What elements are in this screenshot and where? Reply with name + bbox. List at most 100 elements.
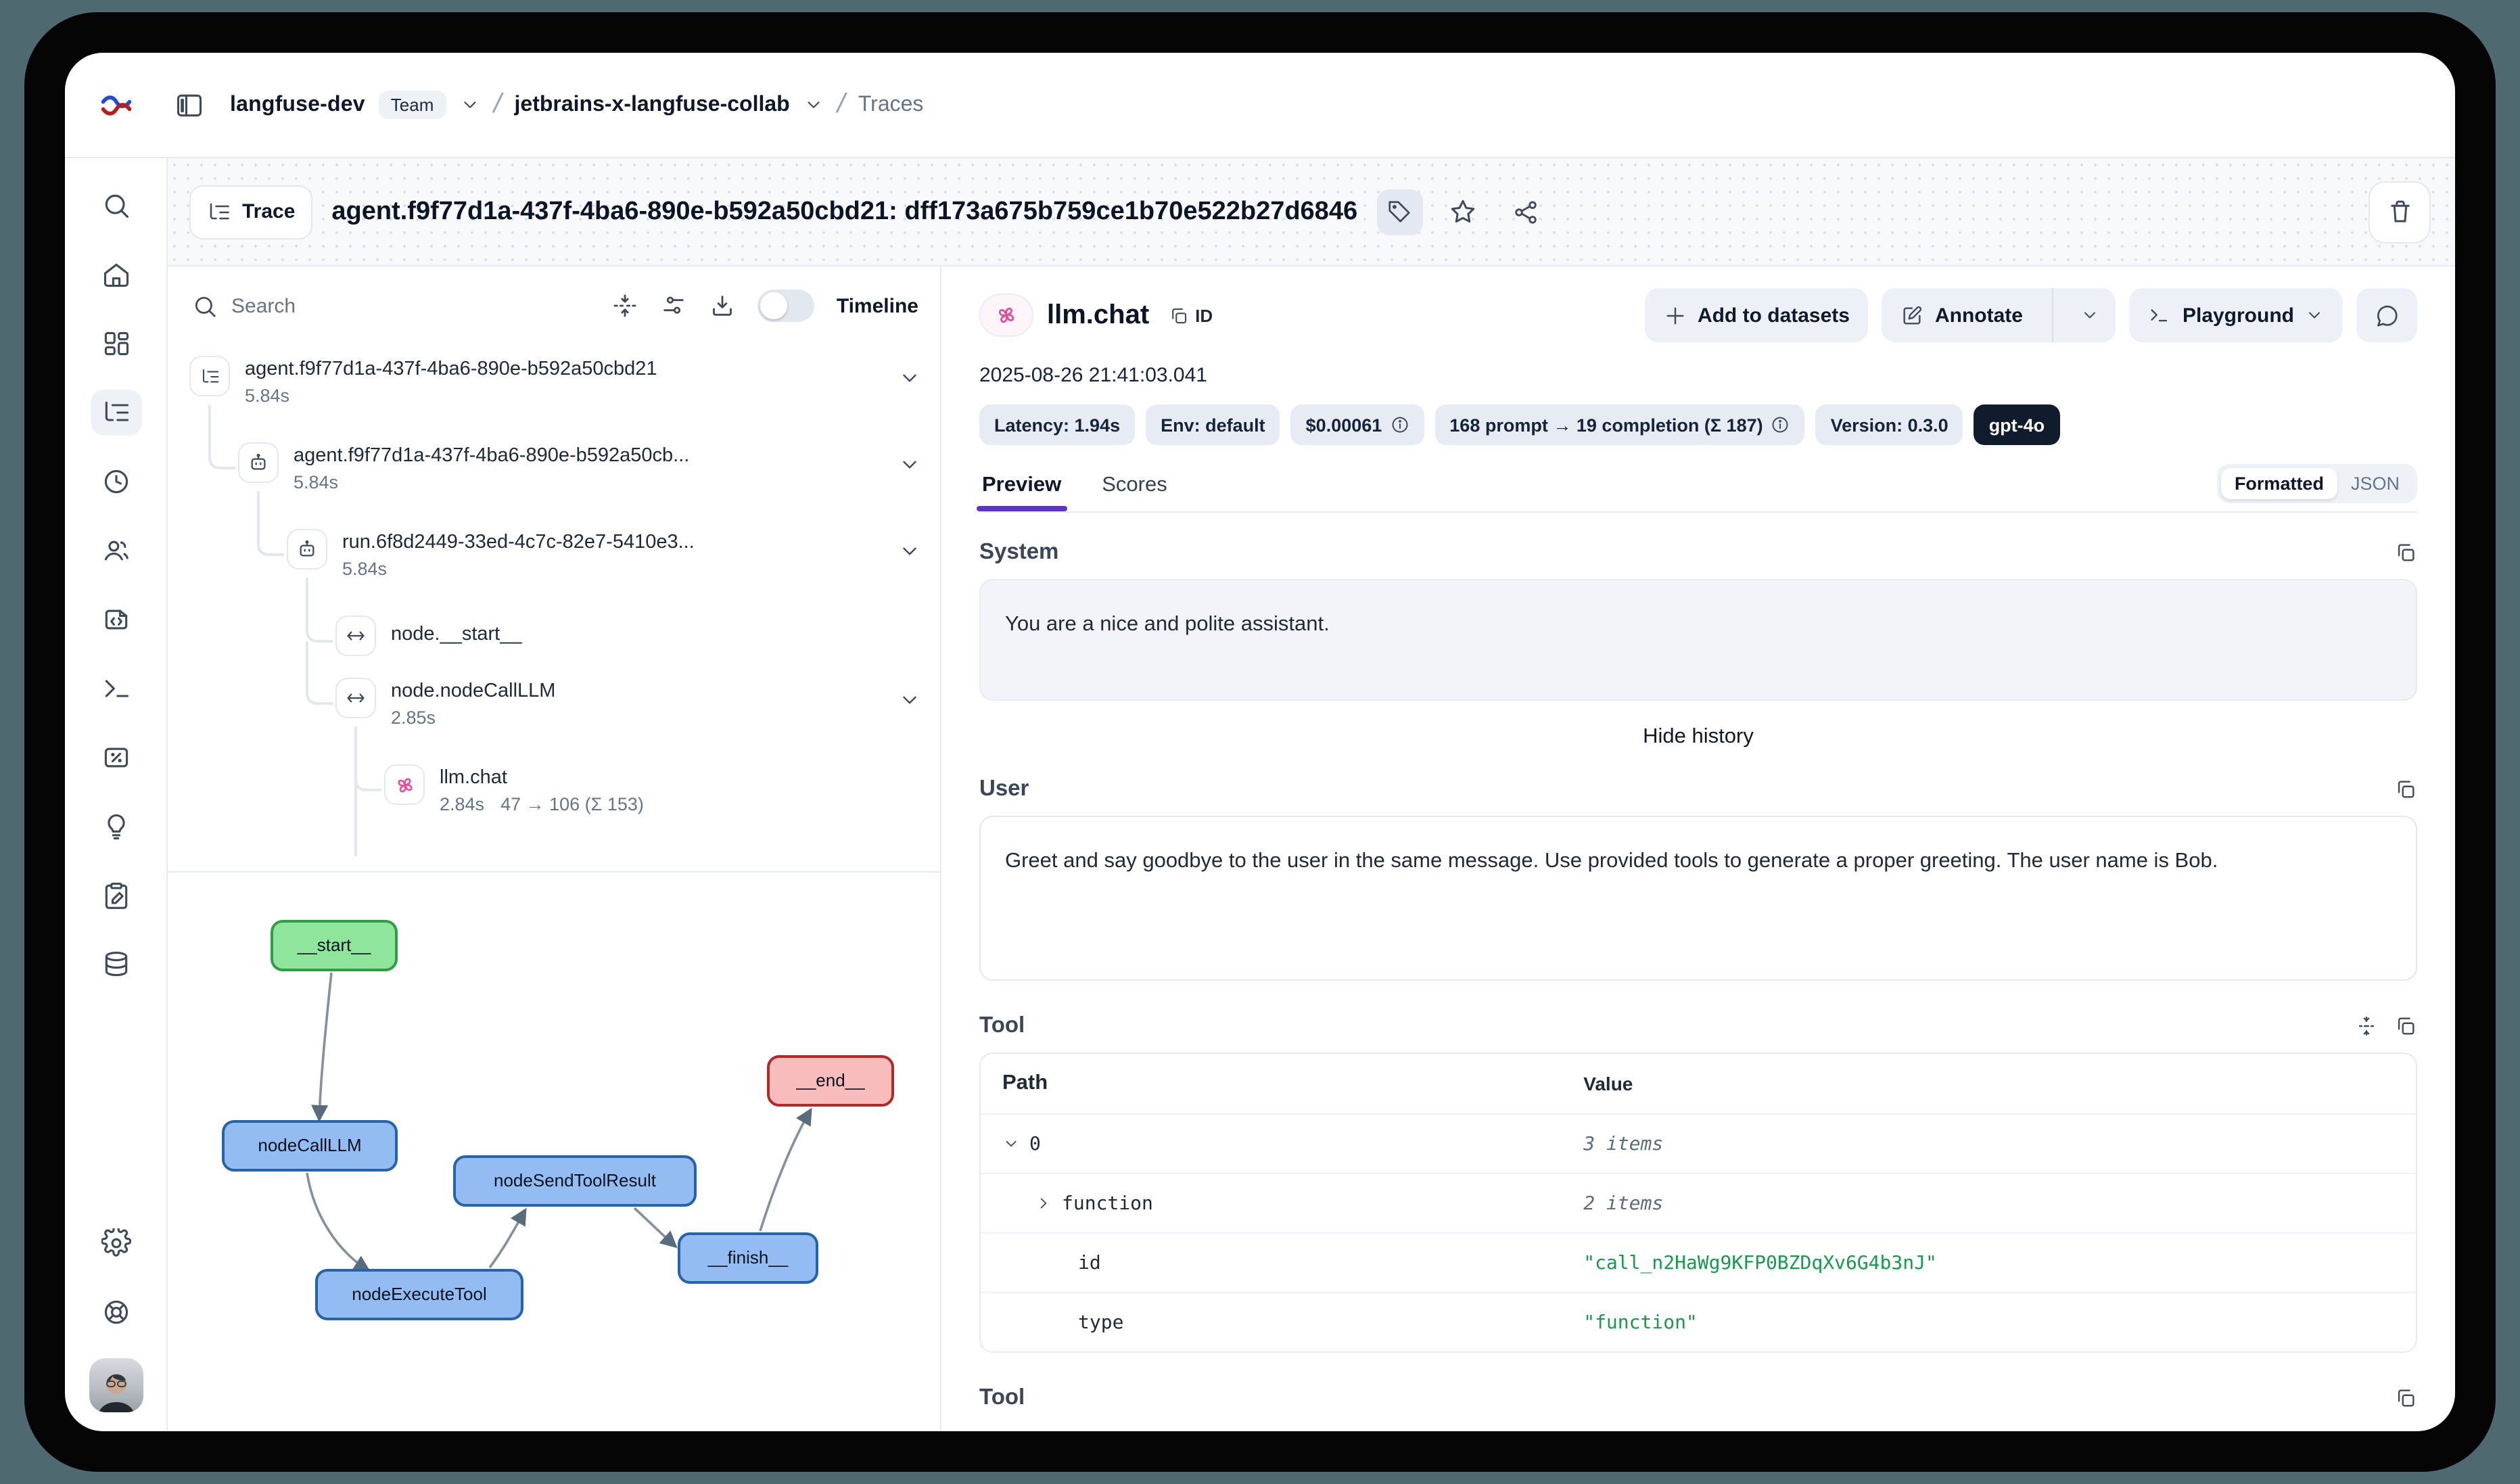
tree-row-run[interactable]: run.6f8d2449-33ed-4c7c-82e7-5410e3...5.8… (168, 529, 940, 579)
svg-text:nodeSendToolResult: nodeSendToolResult (494, 1170, 657, 1190)
agent-graph[interactable]: __start__ nodeCallLLM nodeSendToolResult (168, 873, 940, 1431)
tool2-section-title: Tool (979, 1385, 1025, 1411)
user-avatar[interactable] (89, 1358, 143, 1412)
top-header: langfuse-dev Team / jetbrains-x-langfuse… (65, 53, 2455, 158)
tree-row-trace[interactable]: agent.f9f77d1a-437f-4ba6-890e-b592a50cbd… (168, 356, 940, 406)
settings-sliders-icon[interactable] (661, 292, 688, 319)
tree-row-llm-chat[interactable]: llm.chat2.84s47 → 106 (Σ 153) (168, 764, 940, 814)
annotate-dropdown-button[interactable] (2065, 288, 2116, 342)
sidebar-toggle-icon[interactable] (168, 83, 211, 126)
breadcrumb-project[interactable]: jetbrains-x-langfuse-collab (515, 93, 790, 117)
star-icon (1449, 198, 1477, 226)
copy-icon[interactable] (2394, 541, 2417, 564)
chevron-right-icon[interactable] (1035, 1195, 1052, 1212)
hide-history-link[interactable]: Hide history (979, 725, 2417, 749)
delete-trace-button[interactable] (2369, 181, 2431, 243)
graph-node-sendtoolresult[interactable]: nodeSendToolResult (454, 1157, 695, 1205)
tab-scores[interactable]: Scores (1099, 465, 1170, 511)
generation-pinwheel-icon (393, 773, 416, 796)
chevron-down-icon[interactable] (1002, 1135, 1020, 1153)
download-icon[interactable] (709, 292, 737, 319)
sidebar-item-dashboards[interactable] (90, 321, 141, 367)
json-row-0[interactable]: 0 3 items (981, 1113, 2416, 1173)
sidebar-item-sessions[interactable] (90, 459, 141, 505)
format-option-formatted[interactable]: Formatted (2221, 468, 2337, 499)
breadcrumb-org[interactable]: langfuse-dev (230, 93, 365, 117)
model-badge[interactable]: gpt-4o (1974, 404, 2060, 445)
sidebar-item-search[interactable] (90, 183, 141, 229)
sidebar-item-annotation[interactable] (90, 873, 141, 919)
copy-icon[interactable] (2394, 1015, 2417, 1038)
search-box[interactable] (192, 293, 590, 319)
search-input[interactable] (231, 294, 394, 317)
chevron-down-icon[interactable] (898, 540, 921, 563)
org-plan-badge: Team (379, 91, 446, 119)
detail-scroll-area[interactable]: System You are a nice and polite assista… (979, 513, 2417, 1431)
chevron-down-icon[interactable] (898, 689, 921, 712)
sidebar-item-users[interactable] (90, 528, 141, 574)
format-option-json[interactable]: JSON (2337, 468, 2413, 499)
column-header-path: Path (981, 1071, 1583, 1096)
sidebar-item-datasets[interactable] (90, 942, 141, 988)
graph-node-end[interactable]: __end__ (768, 1057, 893, 1105)
terminal-icon (2149, 304, 2172, 327)
tree-row-node-start[interactable]: node.__start__ (168, 616, 940, 656)
sidebar-item-playground[interactable] (90, 666, 141, 712)
timeline-toggle[interactable] (758, 289, 815, 322)
breadcrumb-page[interactable]: Traces (858, 93, 924, 117)
share-button[interactable] (1503, 190, 1547, 233)
tokens-badge[interactable]: 168 prompt → 19 completion (Σ 187) (1434, 404, 1804, 445)
trace-badge-label: Trace (242, 200, 295, 223)
tree-row-agent[interactable]: agent.f9f77d1a-437f-4ba6-890e-b592a50cb.… (168, 442, 940, 492)
chevron-down-icon[interactable] (898, 453, 921, 476)
chevron-down-icon[interactable] (459, 95, 480, 115)
annotate-button[interactable]: Annotate (1882, 288, 2042, 342)
search-icon (101, 191, 131, 221)
playground-button[interactable]: Playground (2130, 288, 2343, 342)
cost-badge[interactable]: $0.00061 (1291, 404, 1424, 445)
tree-row-node-callllm[interactable]: node.nodeCallLLM2.85s (168, 678, 940, 728)
sidebar-item-settings[interactable] (90, 1220, 141, 1266)
lightbulb-icon (101, 812, 131, 841)
graph-node-callllm[interactable]: nodeCallLLM (223, 1121, 396, 1170)
share-icon (1512, 198, 1539, 225)
sidebar-item-scores[interactable] (90, 735, 141, 781)
observation-detail-panel: llm.chat ID Add to datasets (941, 266, 2455, 1431)
svg-text:__finish__: __finish__ (707, 1247, 789, 1268)
sidebar-item-support[interactable] (90, 1289, 141, 1335)
chevron-down-icon[interactable] (898, 367, 921, 390)
clipboard-pen-icon (101, 881, 131, 910)
sidebar-item-tracing[interactable] (90, 390, 141, 436)
add-to-datasets-button[interactable]: Add to datasets (1645, 288, 1869, 342)
sidebar-item-home[interactable] (90, 252, 141, 298)
tab-preview[interactable]: Preview (979, 465, 1064, 511)
sidebar-item-evaluators[interactable] (90, 804, 141, 850)
left-right-arrow-icon (345, 687, 367, 709)
chevron-down-icon[interactable] (803, 95, 824, 115)
comments-button[interactable] (2356, 288, 2417, 342)
copy-icon[interactable] (2394, 1387, 2417, 1410)
observation-timestamp: 2025-08-26 21:41:03.041 (979, 364, 2417, 387)
svg-text:__end__: __end__ (795, 1070, 865, 1090)
trash-icon (2385, 198, 2414, 226)
database-icon (101, 950, 131, 979)
json-row-function[interactable]: function 2 items (981, 1173, 2416, 1232)
graph-node-executetool[interactable]: nodeExecuteTool (317, 1270, 522, 1319)
collapse-all-icon[interactable] (612, 292, 639, 319)
svg-text:nodeCallLLM: nodeCallLLM (258, 1135, 361, 1155)
json-row-id[interactable]: id "call_n2HaWg9KFP0BZDqXv6G4b3nJ" (981, 1232, 2416, 1292)
copy-icon[interactable] (2394, 778, 2417, 801)
user-section-title: User (979, 776, 1029, 802)
tags-button[interactable] (1376, 189, 1422, 235)
graph-node-finish[interactable]: __finish__ (679, 1234, 817, 1282)
trace-type-badge: Trace (189, 185, 312, 239)
favorite-button[interactable] (1441, 190, 1485, 233)
tool-section-title: Tool (979, 1013, 1025, 1039)
expand-rows-icon[interactable] (2355, 1015, 2378, 1038)
svg-text:nodeExecuteTool: nodeExecuteTool (352, 1284, 486, 1304)
breadcrumb-separator: / (834, 89, 848, 120)
json-row-type[interactable]: type "function" (981, 1292, 2416, 1351)
copy-id-button[interactable]: ID (1168, 305, 1213, 325)
graph-node-start[interactable]: __start__ (272, 921, 396, 970)
sidebar-item-prompts[interactable] (90, 597, 141, 643)
